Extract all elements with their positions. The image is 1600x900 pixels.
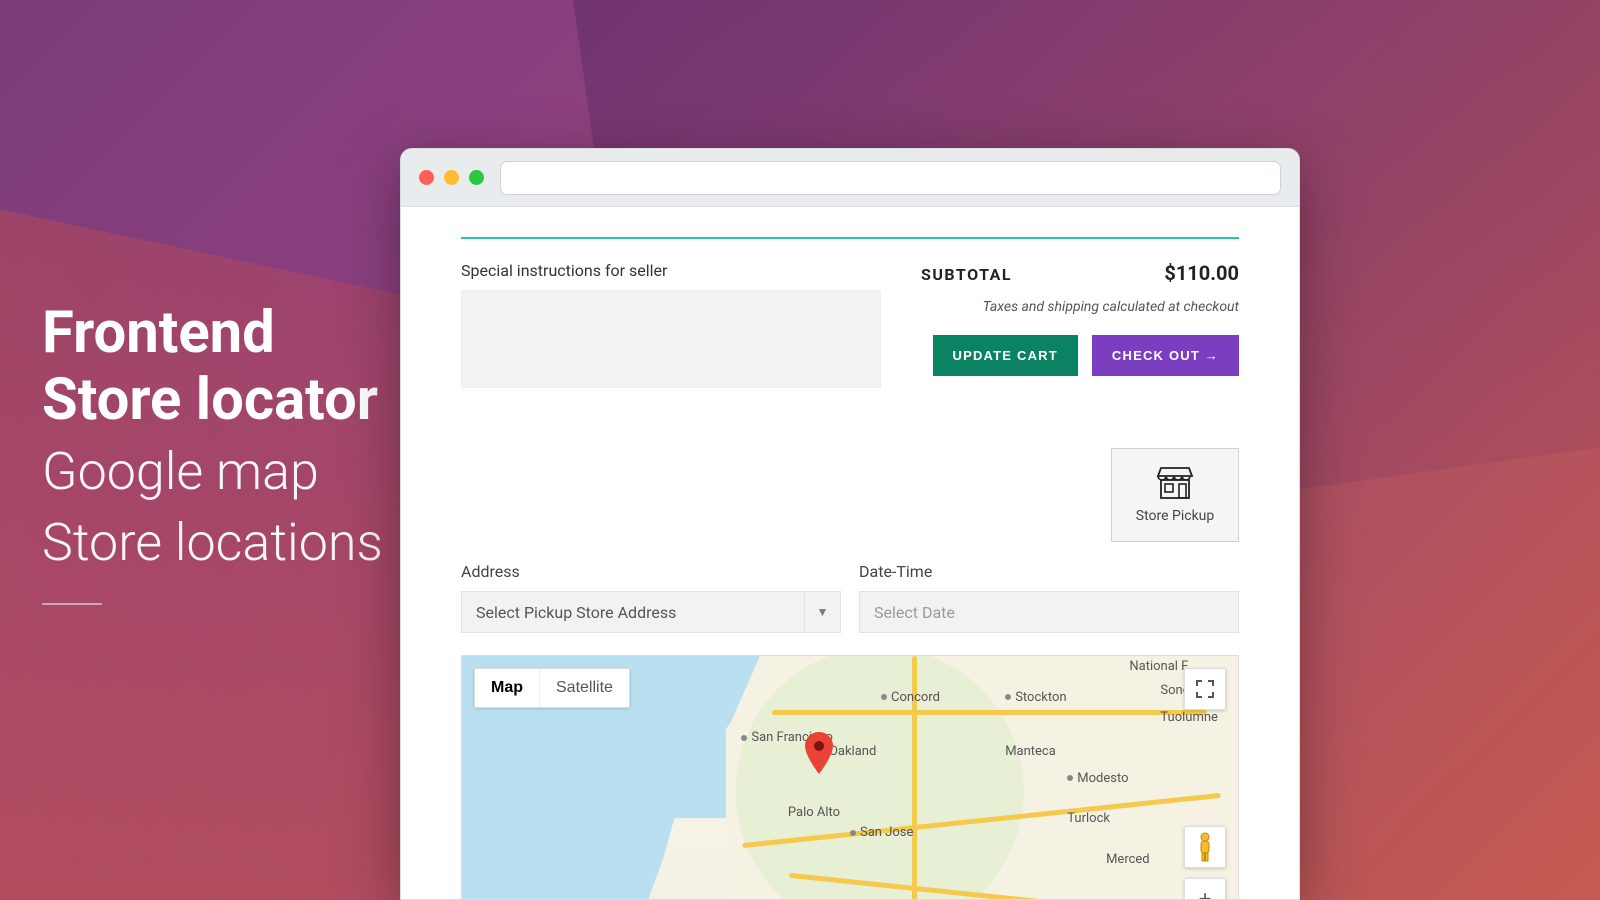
pegman-icon bbox=[1193, 832, 1217, 862]
promo-line-4: Store locations bbox=[42, 510, 383, 575]
page-content: Special instructions for seller SUBTOTAL… bbox=[401, 207, 1299, 900]
browser-window: Special instructions for seller SUBTOTAL… bbox=[400, 148, 1300, 900]
map-city-label: National F bbox=[1129, 659, 1188, 674]
map-marker-icon bbox=[804, 732, 834, 778]
datetime-field-label: Date-Time bbox=[859, 562, 1239, 581]
section-divider bbox=[461, 237, 1239, 239]
map-city-label: Palo Alto bbox=[788, 805, 840, 820]
instructions-textarea[interactable] bbox=[461, 290, 881, 388]
minimize-icon[interactable] bbox=[444, 170, 459, 185]
store-icon bbox=[1155, 466, 1195, 500]
checkout-button[interactable]: CHECK OUT → bbox=[1092, 335, 1239, 376]
store-pickup-tile[interactable]: Store Pickup bbox=[1111, 448, 1239, 542]
pickup-date-placeholder: Select Date bbox=[874, 603, 955, 622]
map-city-label: Turlock bbox=[1067, 811, 1110, 826]
pickup-date-input[interactable]: Select Date bbox=[859, 591, 1239, 633]
map-zoom-in-button[interactable]: + bbox=[1185, 879, 1225, 900]
instructions-label: Special instructions for seller bbox=[461, 261, 881, 280]
pickup-address-value: Select Pickup Store Address bbox=[476, 603, 676, 622]
map-fullscreen-button[interactable] bbox=[1184, 668, 1226, 710]
fullscreen-icon bbox=[1196, 680, 1214, 698]
store-map[interactable]: San Francisco Oakland Concord Palo Alto … bbox=[461, 655, 1239, 900]
subtotal-amount: $110.00 bbox=[1164, 261, 1239, 285]
map-type-map-button[interactable]: Map bbox=[475, 669, 539, 707]
map-city-label: Tuolumne bbox=[1160, 710, 1218, 725]
maximize-icon[interactable] bbox=[469, 170, 484, 185]
map-city-label: Merced bbox=[1106, 852, 1150, 867]
promo-line-1: Frontend bbox=[42, 300, 383, 367]
map-type-satellite-button[interactable]: Satellite bbox=[539, 669, 629, 707]
tax-shipping-note: Taxes and shipping calculated at checkou… bbox=[921, 299, 1239, 315]
promo-text-block: Frontend Store locator Google map Store … bbox=[42, 300, 383, 605]
window-controls bbox=[419, 170, 484, 185]
map-city-label: Modesto bbox=[1067, 771, 1128, 786]
close-icon[interactable] bbox=[419, 170, 434, 185]
map-city-label: Stockton bbox=[1005, 690, 1066, 705]
map-city-label: Concord bbox=[881, 690, 940, 705]
update-cart-button[interactable]: UPDATE CART bbox=[933, 335, 1078, 376]
pickup-address-select[interactable]: Select Pickup Store Address ▼ bbox=[461, 591, 841, 633]
address-bar[interactable] bbox=[500, 161, 1281, 195]
map-city-label: San Jose bbox=[850, 825, 913, 840]
map-city-label: Manteca bbox=[1005, 744, 1056, 759]
chevron-down-icon: ▼ bbox=[804, 592, 840, 632]
subtotal-label: SUBTOTAL bbox=[921, 265, 1012, 284]
map-zoom-control: + − bbox=[1184, 878, 1226, 900]
map-pegman-button[interactable] bbox=[1184, 826, 1226, 868]
promo-line-3: Google map bbox=[42, 439, 383, 504]
map-road bbox=[772, 710, 1207, 715]
store-pickup-label: Store Pickup bbox=[1136, 508, 1215, 524]
map-type-toggle: Map Satellite bbox=[474, 668, 630, 708]
browser-chrome-bar bbox=[401, 149, 1299, 207]
promo-line-2: Store locator bbox=[42, 367, 383, 434]
address-field-label: Address bbox=[461, 562, 841, 581]
promo-divider bbox=[42, 603, 102, 605]
